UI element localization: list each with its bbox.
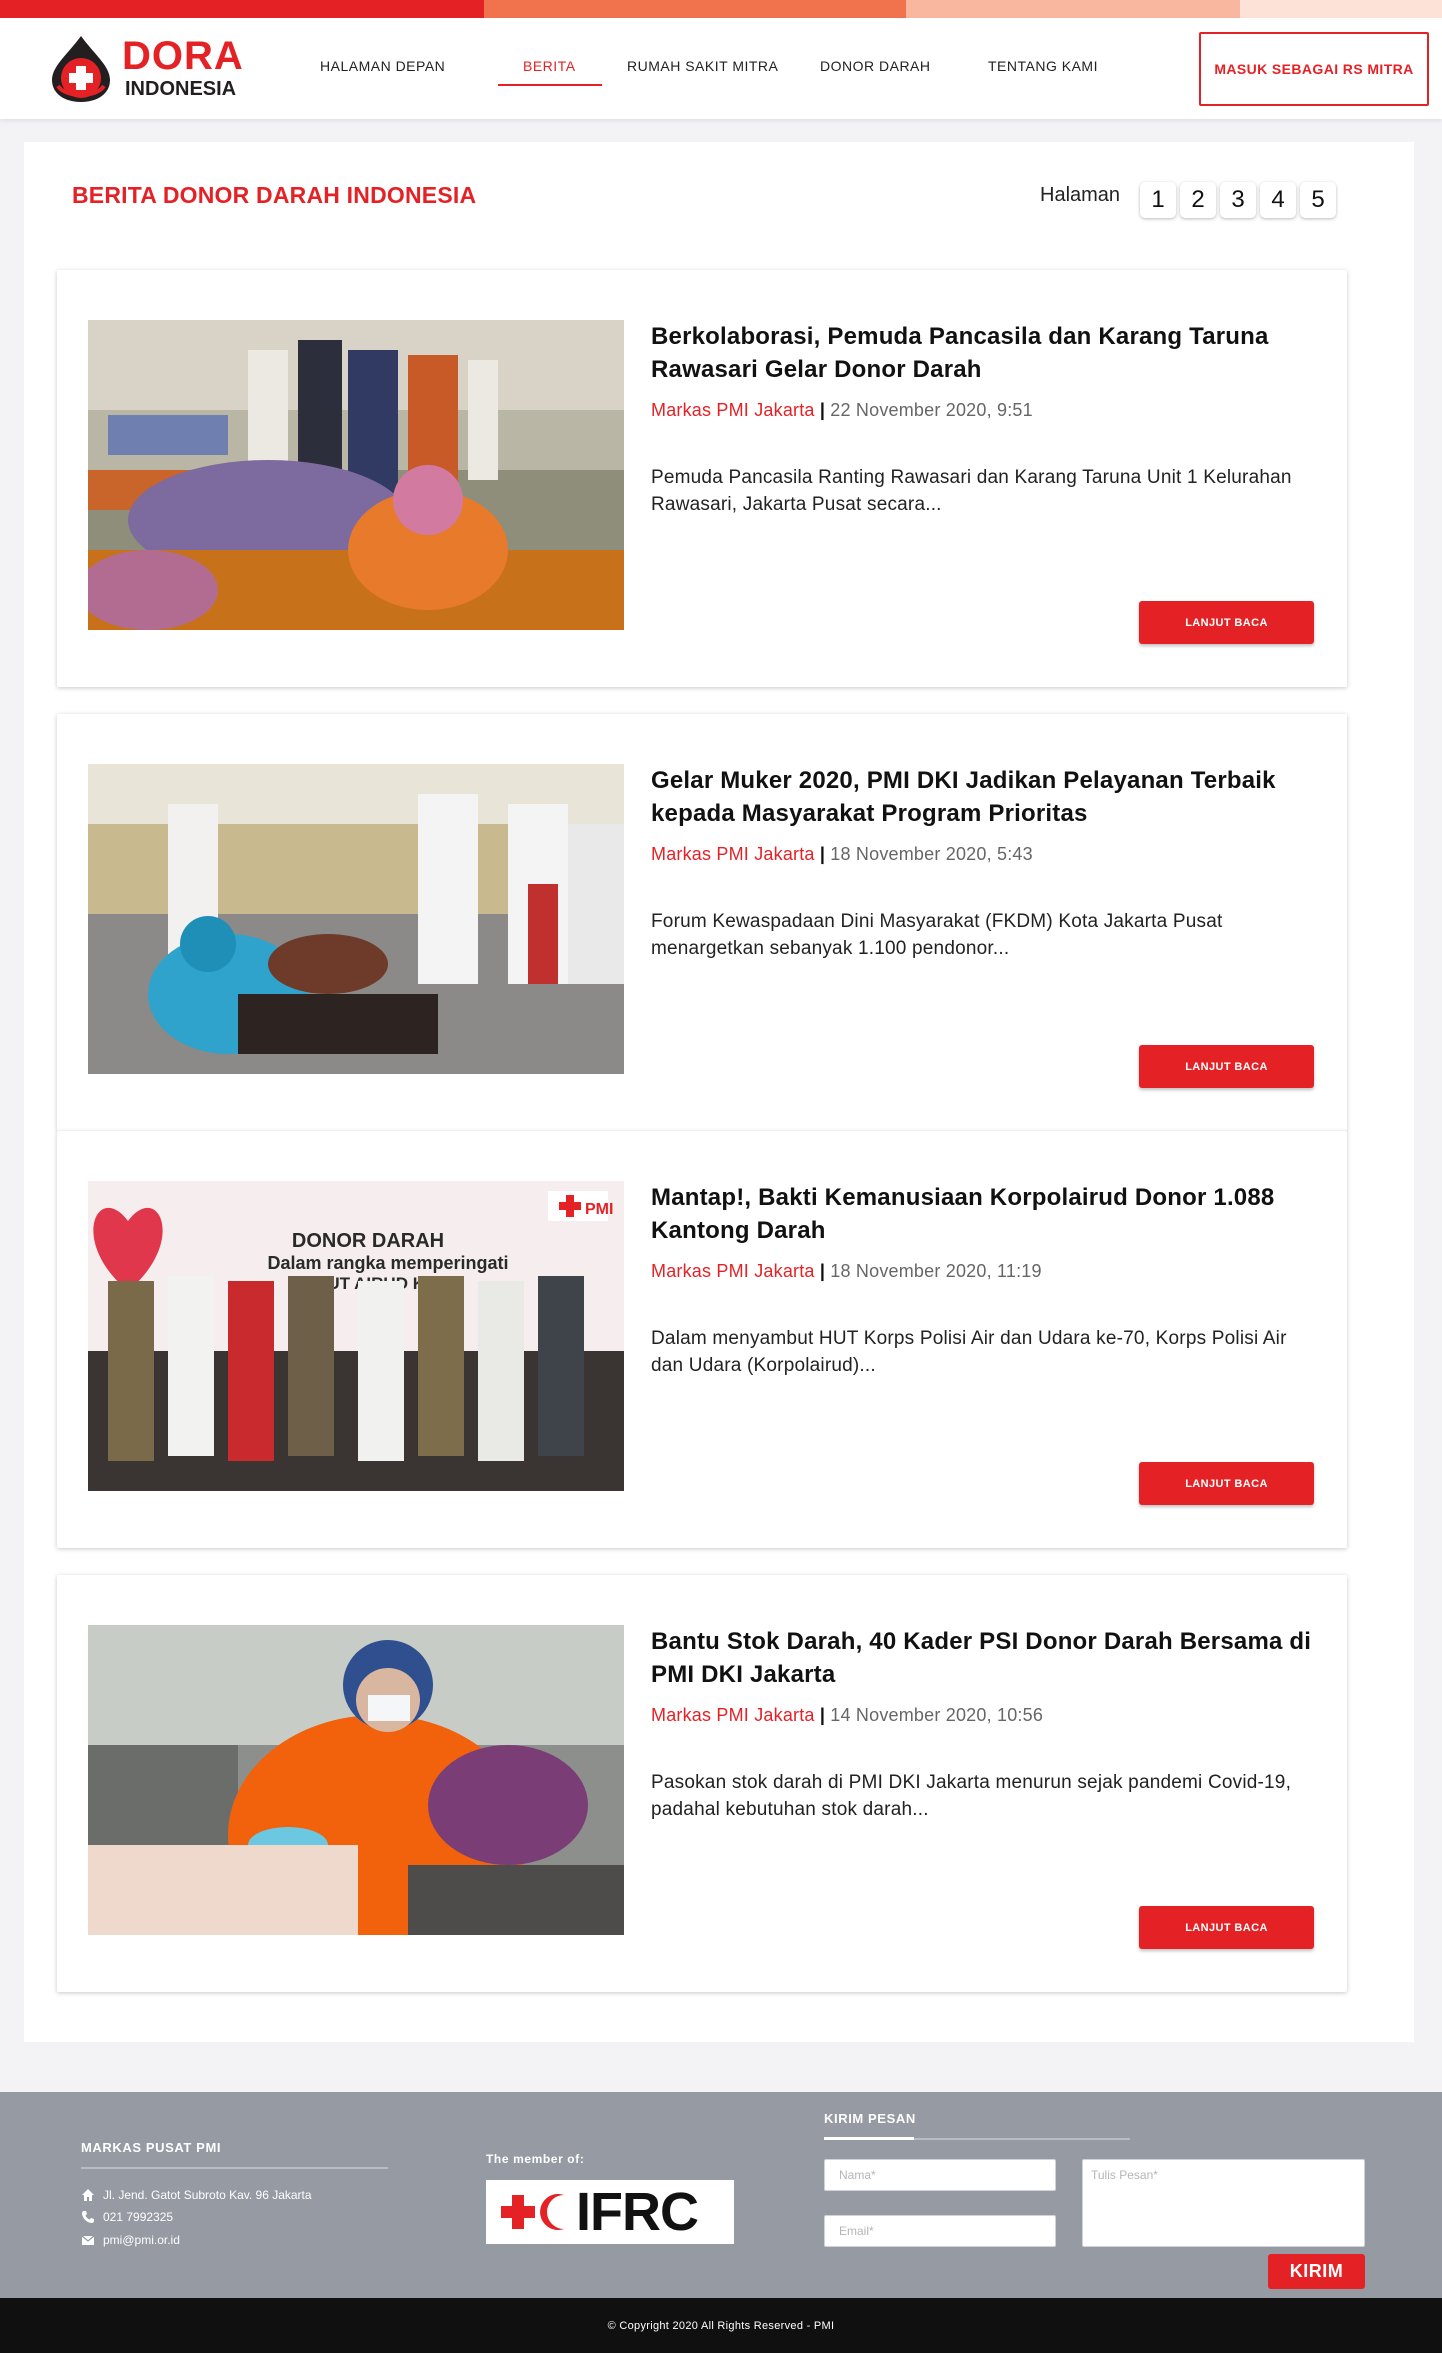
copyright-text: © Copyright 2020 All Rights Reserved - P… — [607, 2319, 835, 2332]
read-more-button[interactable]: LANJUT BACA — [1139, 1045, 1314, 1088]
phone-text: 021 7992325 — [103, 2210, 174, 2224]
read-more-button[interactable]: LANJUT BACA — [1139, 1462, 1314, 1505]
red-cross-crescent-icon — [501, 2194, 564, 2230]
login-rs-mitra-button[interactable]: MASUK SEBAGAI RS MITRA — [1199, 32, 1429, 106]
blood-drop-logo-icon — [52, 36, 110, 102]
page-title: BERITA DONOR DARAH INDONESIA — [72, 182, 477, 208]
news-date: 14 November 2020, 10:56 — [830, 1705, 1044, 1725]
news-photo-donor-hall — [88, 320, 624, 630]
read-more-button[interactable]: LANJUT BACA — [1139, 601, 1314, 644]
news-card: Bantu Stok Darah, 40 Kader PSI Donor Dar… — [57, 1575, 1347, 1992]
news-image[interactable]: PMI DONOR DARAH Dalam rangka memperingat… — [88, 1181, 624, 1491]
news-photo-psi-donor — [88, 1625, 624, 1935]
footer-member-heading: The member of: — [486, 2152, 585, 2166]
strip-light — [1240, 0, 1442, 18]
news-image[interactable] — [88, 320, 624, 630]
news-meta: Markas PMI Jakarta | 18 November 2020, 5… — [651, 844, 1033, 865]
news-photo-airud-event: PMI DONOR DARAH Dalam rangka memperingat… — [88, 1181, 624, 1491]
news-source: Markas PMI Jakarta — [651, 1705, 815, 1725]
nav-tentang-kami[interactable]: TENTANG KAMI — [988, 58, 1098, 74]
news-date: 18 November 2020, 5:43 — [830, 844, 1033, 864]
footer-message-heading: KIRIM PESAN — [824, 2111, 916, 2126]
phone-icon — [82, 2211, 94, 2223]
meta-separator: | — [819, 844, 826, 864]
news-title[interactable]: Berkolaborasi, Pemuda Pancasila dan Kara… — [651, 320, 1331, 386]
footer-address: Jl. Jend. Gatot Subroto Kav. 96 Jakarta — [81, 2188, 312, 2202]
strip-red — [0, 0, 484, 18]
footer-phone: 021 7992325 — [81, 2210, 173, 2224]
news-card: Berkolaborasi, Pemuda Pancasila dan Kara… — [57, 270, 1347, 687]
page-1-button[interactable]: 1 — [1140, 182, 1176, 218]
page-2-button[interactable]: 2 — [1180, 182, 1216, 218]
news-meta: Markas PMI Jakarta | 14 November 2020, 1… — [651, 1705, 1043, 1726]
news-excerpt: Dalam menyambut HUT Korps Polisi Air dan… — [651, 1328, 1287, 1376]
copyright-bar: © Copyright 2020 All Rights Reserved - P… — [0, 2298, 1442, 2353]
nav-halaman-depan[interactable]: HALAMAN DEPAN — [320, 58, 445, 74]
photo-banner-line2: Dalam rangka memperingati — [267, 1253, 508, 1273]
news-source: Markas PMI Jakarta — [651, 400, 815, 420]
news-excerpt: Pemuda Pancasila Ranting Rawasari dan Ka… — [651, 467, 1292, 515]
news-title[interactable]: Mantap!, Bakti Kemanusiaan Korpolairud D… — [651, 1181, 1331, 1247]
strip-salmon — [906, 0, 1240, 18]
news-excerpt: Pasokan stok darah di PMI DKI Jakarta me… — [651, 1772, 1292, 1820]
strip-orange — [484, 0, 906, 18]
send-message-button[interactable]: KIRIM — [1268, 2254, 1365, 2289]
logo[interactable]: DORA INDONESIA — [46, 32, 256, 108]
news-image[interactable] — [88, 764, 624, 1074]
meta-separator: | — [819, 400, 826, 420]
news-photo-pmi-meeting — [88, 764, 624, 1074]
email-input[interactable]: Email* — [824, 2215, 1056, 2247]
news-card: Gelar Muker 2020, PMI DKI Jadikan Pelaya… — [57, 714, 1347, 1131]
logo-title: DORA — [122, 34, 244, 78]
footer: MARKAS PUSAT PMI Jl. Jend. Gatot Subroto… — [0, 2092, 1442, 2298]
nav-berita[interactable]: BERITA — [523, 58, 576, 74]
footer-hq-divider — [81, 2167, 388, 2169]
ifrc-logo[interactable]: IFRC — [486, 2180, 734, 2244]
news-card: PMI DONOR DARAH Dalam rangka memperingat… — [57, 1131, 1347, 1548]
address-text: Jl. Jend. Gatot Subroto Kav. 96 Jakarta — [103, 2188, 312, 2202]
news-meta: Markas PMI Jakarta | 18 November 2020, 1… — [651, 1261, 1042, 1282]
ifrc-text: IFRC — [576, 2182, 699, 2242]
pagination-label: Halaman — [1040, 184, 1121, 206]
page-3-button[interactable]: 3 — [1220, 182, 1256, 218]
mail-icon — [81, 2235, 95, 2245]
footer-hq-heading: MARKAS PUSAT PMI — [81, 2140, 222, 2155]
home-icon — [82, 2189, 94, 2201]
news-title[interactable]: Bantu Stok Darah, 40 Kader PSI Donor Dar… — [651, 1625, 1331, 1691]
navbar: DORA INDONESIA HALAMAN DEPAN BERITA RUMA… — [0, 18, 1442, 119]
news-panel: BERITA DONOR DARAH INDONESIA Halaman 1 2… — [24, 142, 1414, 2042]
footer-email: pmi@pmi.or.id — [81, 2233, 180, 2247]
nav-rumah-sakit-mitra[interactable]: RUMAH SAKIT MITRA — [627, 58, 778, 74]
read-more-button[interactable]: LANJUT BACA — [1139, 1906, 1314, 1949]
news-image[interactable] — [88, 1625, 624, 1935]
meta-separator: | — [819, 1705, 826, 1725]
name-input[interactable]: Nama* — [824, 2159, 1056, 2191]
footer-message-divider-accent — [824, 2137, 914, 2140]
news-source: Markas PMI Jakarta — [651, 1261, 815, 1281]
photo-pmi-text: PMI — [585, 1201, 613, 1218]
news-source: Markas PMI Jakarta — [651, 844, 815, 864]
nav-donor-darah[interactable]: DONOR DARAH — [820, 58, 931, 74]
page-5-button[interactable]: 5 — [1300, 182, 1336, 218]
news-date: 22 November 2020, 9:51 — [830, 400, 1033, 420]
email-text[interactable]: pmi@pmi.or.id — [103, 2233, 180, 2247]
page-4-button[interactable]: 4 — [1260, 182, 1296, 218]
logo-subtitle: INDONESIA — [125, 78, 237, 100]
nav-active-underline — [498, 84, 602, 86]
news-meta: Markas PMI Jakarta | 22 November 2020, 9… — [651, 400, 1033, 421]
news-date: 18 November 2020, 11:19 — [830, 1261, 1042, 1281]
top-color-strip — [0, 0, 1442, 18]
photo-banner-line1: DONOR DARAH — [292, 1230, 444, 1252]
news-title[interactable]: Gelar Muker 2020, PMI DKI Jadikan Pelaya… — [651, 764, 1331, 830]
message-textarea[interactable]: Tulis Pesan* — [1082, 2159, 1365, 2247]
meta-separator: | — [819, 1261, 826, 1281]
news-excerpt: Forum Kewaspadaan Dini Masyarakat (FKDM)… — [651, 911, 1223, 959]
